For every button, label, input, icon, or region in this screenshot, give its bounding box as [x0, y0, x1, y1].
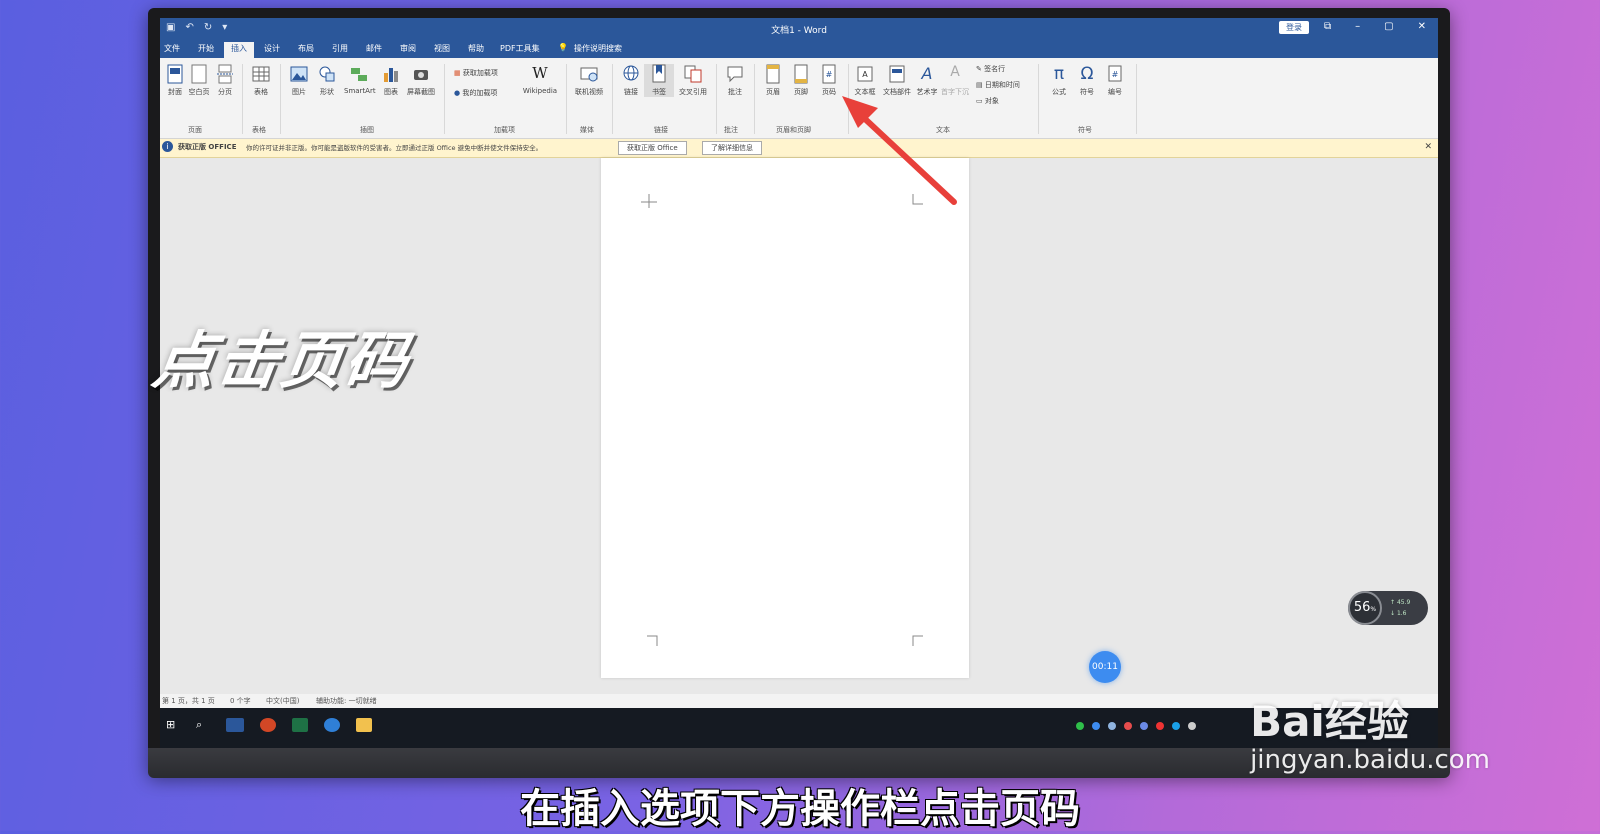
step-title-overlay: 点击页码 [148, 324, 415, 397]
watermark-logo: Bai经验 [1250, 697, 1409, 746]
upload-speed-value: 45.9 [1396, 599, 1411, 606]
recording-timer: 00:11 [1089, 651, 1121, 683]
upload-speed: ↑ 45.9 [1390, 599, 1411, 606]
baidu-jingyan-watermark: Bai经验 jingyan.baidu.com [1250, 688, 1490, 775]
red-arrow-shaft [861, 115, 957, 205]
download-speed: ↓ 1.6 [1390, 610, 1407, 617]
speed-percent: 56% [1348, 591, 1382, 625]
speed-percent-value: 56 [1353, 600, 1371, 615]
speed-percent-unit: % [1370, 606, 1377, 613]
subtitle-caption: 在插入选项下方操作栏点击页码 [520, 786, 1080, 832]
watermark-url: jingyan.baidu.com [1250, 745, 1490, 775]
download-speed-value: 1.6 [1396, 610, 1407, 617]
network-speed-widget: 56% ↑ 45.9 ↓ 1.6 [1348, 591, 1428, 625]
